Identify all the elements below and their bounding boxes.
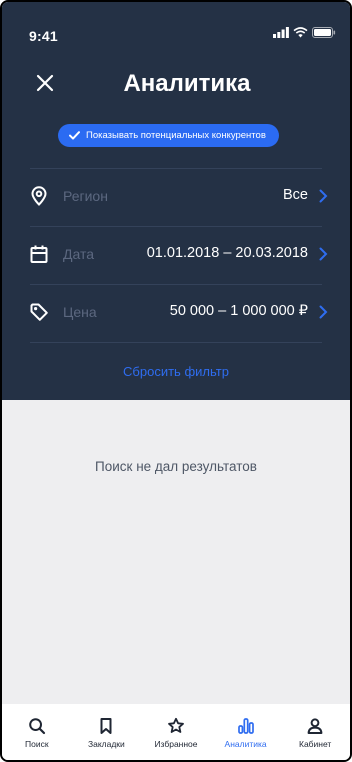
analytics-chart-icon [237, 718, 254, 734]
tab-favorites[interactable]: Избранное [141, 704, 211, 760]
filter-row-price[interactable]: Цена 50 000 – 1 000 000 ₽ [2, 286, 350, 342]
filter-label: Дата [63, 246, 95, 262]
signal-icon [273, 27, 289, 38]
tab-label: Поиск [25, 739, 49, 749]
status-bar: 9:41 [2, 2, 350, 44]
tab-bar: Поиск Закладки Избранное Аналитика Кабин… [2, 704, 350, 760]
wifi-icon [293, 27, 308, 38]
tab-analytics[interactable]: Аналитика [211, 704, 281, 760]
filter-label: Регион [63, 188, 108, 204]
checkmark-icon [69, 131, 80, 140]
divider [30, 168, 322, 169]
status-icons [273, 27, 336, 38]
filter-panel: 9:41 Аналитика Показывать потенциальных … [2, 2, 350, 400]
price-tag-icon [30, 303, 48, 321]
divider [30, 226, 322, 227]
filter-row-region[interactable]: Регион Все [2, 170, 350, 226]
tab-bookmarks[interactable]: Закладки [72, 704, 142, 760]
reset-filter-button[interactable]: Сбросить фильтр [2, 364, 350, 379]
filter-row-date[interactable]: Дата 01.01.2018 – 20.03.2018 [2, 228, 350, 284]
chevron-right-icon [319, 247, 328, 261]
filter-value: 50 000 – 1 000 000 ₽ [169, 303, 308, 319]
profile-icon [307, 718, 323, 734]
tab-profile[interactable]: Кабинет [280, 704, 350, 760]
nav-bar: Аналитика [2, 62, 350, 106]
divider [30, 284, 322, 285]
star-icon [168, 717, 184, 733]
filter-value: Все [283, 187, 308, 203]
tab-label: Избранное [154, 739, 198, 749]
page-title: Аналитика [123, 70, 251, 97]
tab-label: Кабинет [299, 739, 332, 749]
filter-label: Цена [63, 304, 97, 320]
empty-state-message: Поиск не дал результатов [95, 459, 257, 474]
bookmark-icon [100, 718, 112, 734]
filter-value: 01.01.2018 – 20.03.2018 [146, 245, 308, 261]
tab-search[interactable]: Поиск [2, 704, 72, 760]
tab-label: Закладки [87, 739, 125, 749]
location-pin-icon [31, 186, 47, 206]
divider [30, 342, 322, 343]
chevron-right-icon [319, 305, 328, 319]
show-competitors-label: Показывать потенциальных конкурентов [86, 130, 266, 141]
search-icon [28, 718, 45, 735]
status-time: 9:41 [29, 28, 58, 44]
tab-label: Аналитика [224, 739, 267, 749]
chevron-right-icon [319, 189, 328, 203]
phone-screen: 9:41 Аналитика Показывать потенциальных … [0, 0, 352, 762]
show-competitors-toggle[interactable]: Показывать потенциальных конкурентов [58, 124, 279, 147]
calendar-icon [30, 245, 48, 263]
battery-icon [312, 27, 336, 38]
